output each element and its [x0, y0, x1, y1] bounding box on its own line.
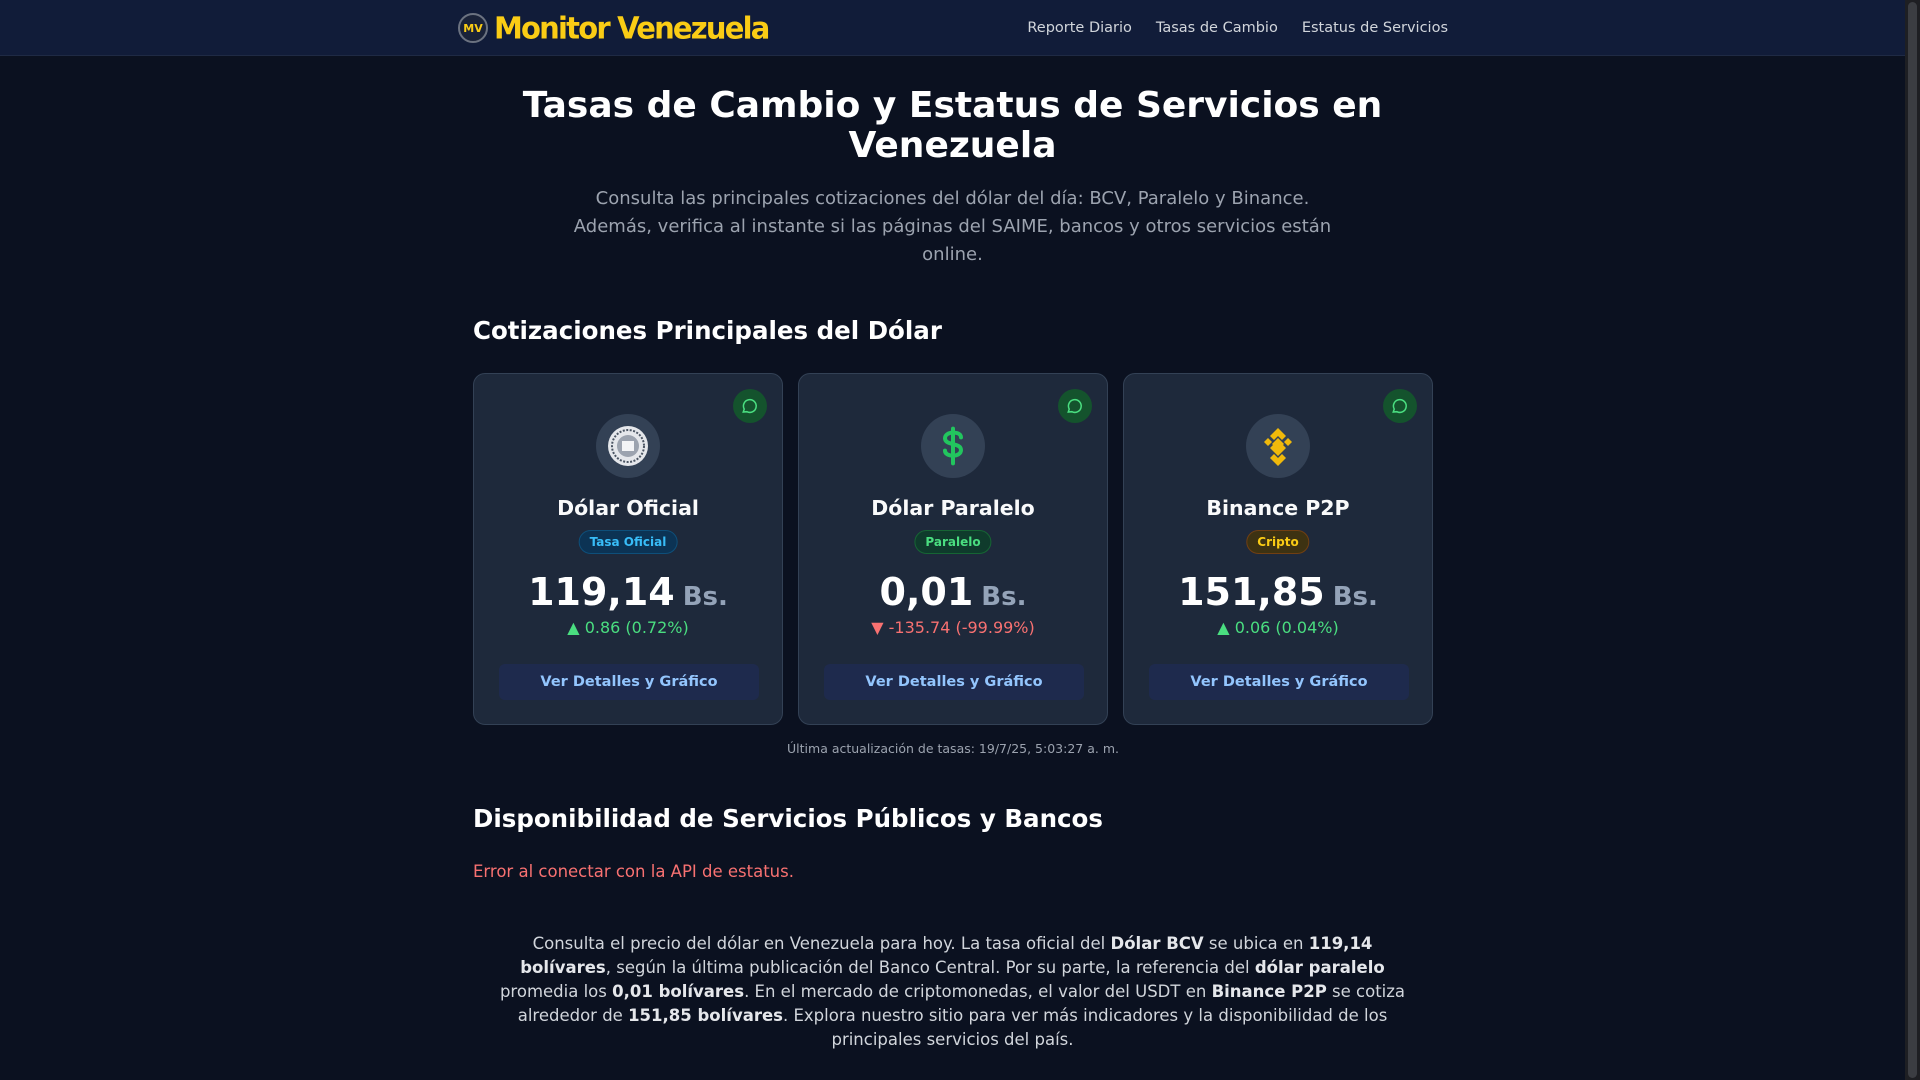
rate-value: 0,01 — [879, 570, 974, 614]
last-updated-note: Última actualización de tasas: 19/7/25, … — [787, 741, 1119, 756]
whatsapp-share-icon[interactable] — [1058, 389, 1092, 423]
nav-link-estatus-servicios[interactable]: Estatus de Servicios — [1302, 20, 1448, 36]
card-badge: Paralelo — [914, 530, 992, 554]
seo-bold-segment: Dólar BCV — [1110, 934, 1204, 953]
page-subtitle: Consulta las principales cotizaciones de… — [573, 188, 1332, 265]
site-logo[interactable]: MV Monitor Venezuela — [458, 10, 770, 46]
seo-bold-segment: 151,85 bolívares — [628, 1006, 783, 1025]
logo-text: Monitor Venezuela — [494, 10, 770, 46]
nav-link-reporte-diario[interactable]: Reporte Diario — [1027, 20, 1132, 36]
bcv-seal-icon — [596, 414, 660, 478]
seo-text-segment: , según la última publicación del Banco … — [605, 958, 1255, 977]
details-button[interactable]: Ver Detalles y Gráfico — [824, 664, 1084, 700]
rate-change: ▲ 0.06 (0.04%) — [1124, 618, 1432, 637]
card-rate: 0,01 Bs. — [799, 570, 1107, 614]
nav-link-tasas-de-cambio[interactable]: Tasas de Cambio — [1156, 20, 1278, 36]
card-title: Dólar Paralelo — [871, 496, 1035, 520]
seo-text-segment: se ubica en — [1203, 934, 1309, 953]
card-badge: Tasa Oficial — [578, 530, 678, 554]
seo-bold-segment: Binance P2P — [1211, 982, 1327, 1001]
main-nav: Reporte Diario Tasas de Cambio Estatus d… — [1027, 20, 1448, 36]
services-section-title: Disponibilidad de Servicios Públicos y B… — [473, 804, 1103, 833]
arrow-down-icon: ▼ — [871, 618, 884, 637]
scrollbar-thumb[interactable] — [1908, 2, 1917, 1078]
rates-section-title: Cotizaciones Principales del Dólar — [473, 316, 942, 345]
rate-change: ▼ -135.74 (-99.99%) — [799, 618, 1107, 637]
navbar-inner: MV Monitor Venezuela Reporte Diario Tasa… — [458, 0, 1448, 56]
seo-text-segment: Consulta el precio del dólar en Venezuel… — [532, 934, 1111, 953]
dollar-sign-icon — [921, 414, 985, 478]
rate-change: ▲ 0.86 (0.72%) — [474, 618, 782, 637]
rate-currency: Bs. — [682, 582, 728, 612]
seo-text-segment: . En el mercado de criptomonedas, el val… — [744, 982, 1212, 1001]
binance-icon — [1246, 414, 1310, 478]
rate-card-dolar-paralelo: Dólar Paralelo Paralelo 0,01 Bs. ▼ -135.7… — [798, 373, 1108, 725]
rate-card-binance-p2p: Binance P2P Cripto 151,85 Bs. ▲ 0.06 (0.0… — [1123, 373, 1433, 725]
status-api-error: Error al conectar con la API de estatus. — [473, 862, 794, 881]
card-badge: Cripto — [1246, 530, 1310, 554]
card-title: Binance P2P — [1206, 496, 1350, 520]
logo-badge-icon: MV — [458, 13, 488, 43]
rate-change-value: 0.06 (0.04%) — [1234, 618, 1339, 637]
seo-bold-segment: dólar paralelo — [1254, 958, 1385, 977]
rate-value: 151,85 — [1178, 570, 1325, 614]
seo-summary-paragraph: Consulta el precio del dólar en Venezuel… — [495, 932, 1410, 1052]
whatsapp-share-icon[interactable] — [1383, 389, 1417, 423]
seo-text-segment: . Explora nuestro sitio para ver más ind… — [783, 1006, 1388, 1049]
details-button[interactable]: Ver Detalles y Gráfico — [499, 664, 759, 700]
arrow-up-icon: ▲ — [567, 618, 580, 637]
rate-currency: Bs. — [981, 582, 1027, 612]
rate-value: 119,14 — [528, 570, 675, 614]
details-button[interactable]: Ver Detalles y Gráfico — [1149, 664, 1409, 700]
card-rate: 119,14 Bs. — [474, 570, 782, 614]
top-navbar: MV Monitor Venezuela Reporte Diario Tasa… — [0, 0, 1905, 56]
rate-change-value: 0.86 (0.72%) — [584, 618, 689, 637]
page-scrollbar[interactable] — [1905, 0, 1920, 1080]
card-title: Dólar Oficial — [557, 496, 699, 520]
rate-card-dolar-oficial: Dólar Oficial Tasa Oficial 119,14 Bs. ▲ 0… — [473, 373, 783, 725]
seo-text-segment: promedia los — [499, 982, 613, 1001]
whatsapp-share-icon[interactable] — [733, 389, 767, 423]
card-rate: 151,85 Bs. — [1124, 570, 1432, 614]
rate-change-value: -135.74 (-99.99%) — [888, 618, 1035, 637]
rate-currency: Bs. — [1332, 582, 1378, 612]
seo-bold-segment: 0,01 bolívares — [612, 982, 745, 1001]
page-title: Tasas de Cambio y Estatus de Servicios e… — [522, 85, 1383, 166]
arrow-up-icon: ▲ — [1217, 618, 1230, 637]
